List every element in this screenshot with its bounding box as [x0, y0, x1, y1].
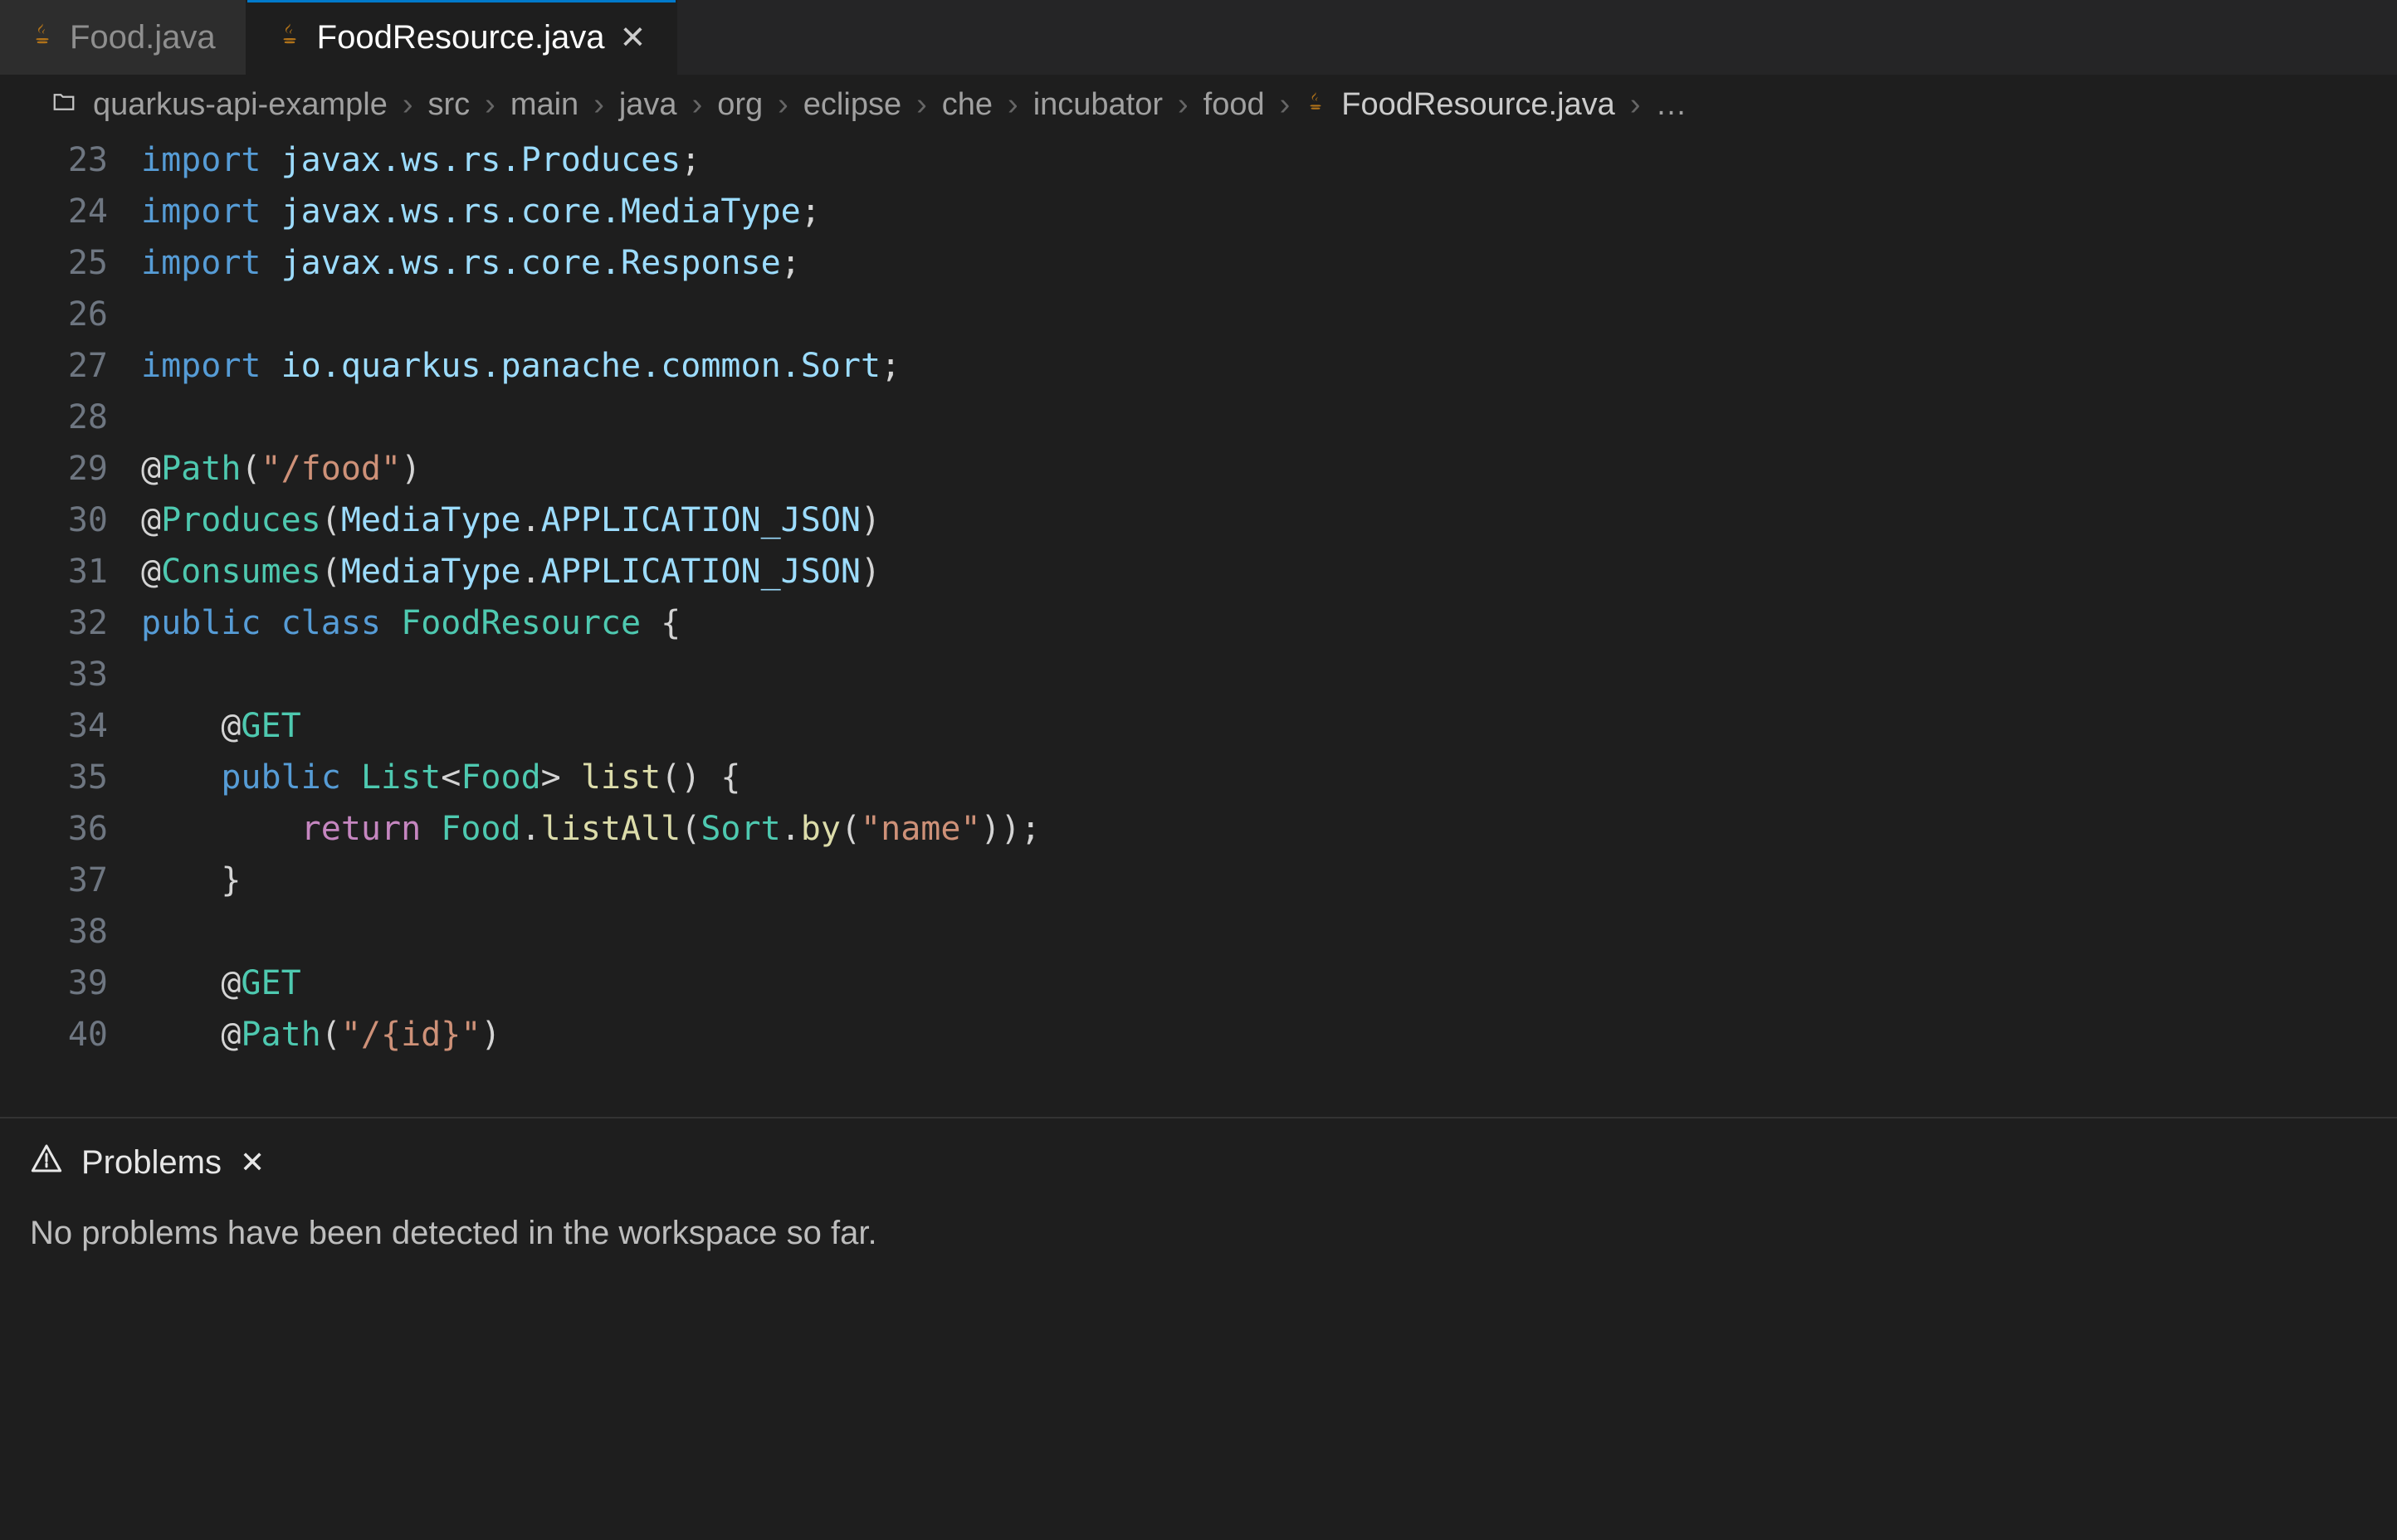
- close-icon[interactable]: ✕: [240, 1145, 265, 1180]
- line-number-gutter: 232425262728293031323334353637383940: [0, 134, 141, 1117]
- folder-icon: [50, 87, 78, 123]
- java-file-icon: [277, 18, 302, 57]
- breadcrumb: quarkus-api-example› src› main› java› or…: [0, 75, 2397, 134]
- breadcrumb-item[interactable]: che: [942, 87, 993, 123]
- breadcrumb-item[interactable]: main: [510, 87, 579, 123]
- editor-tabs: Food.java FoodResource.java ✕: [0, 0, 2397, 75]
- breadcrumb-item[interactable]: incubator: [1033, 87, 1163, 123]
- breadcrumb-item[interactable]: food: [1203, 87, 1265, 123]
- tab-food-java[interactable]: Food.java: [0, 0, 247, 75]
- breadcrumb-item[interactable]: eclipse: [803, 87, 901, 123]
- java-file-icon: [30, 18, 55, 57]
- breadcrumb-item[interactable]: org: [717, 87, 763, 123]
- java-file-icon: [1305, 88, 1326, 122]
- code-area[interactable]: import javax.ws.rs.Produces;import javax…: [141, 134, 2397, 1117]
- problems-message: No problems have been detected in the wo…: [30, 1215, 2367, 1252]
- warning-icon: [30, 1142, 63, 1183]
- chevron-right-icon: ›: [403, 87, 413, 123]
- breadcrumb-file[interactable]: FoodResource.java: [1341, 87, 1615, 123]
- problems-panel: Problems ✕ No problems have been detecte…: [0, 1117, 2397, 1540]
- code-editor[interactable]: 232425262728293031323334353637383940 imp…: [0, 134, 2397, 1117]
- tab-food-resource-java[interactable]: FoodResource.java ✕: [247, 0, 678, 75]
- breadcrumb-item[interactable]: src: [428, 87, 471, 123]
- problems-title: Problems: [81, 1144, 222, 1182]
- tab-label: FoodResource.java: [317, 19, 605, 56]
- close-icon[interactable]: ✕: [620, 19, 647, 56]
- breadcrumb-more[interactable]: …: [1655, 87, 1687, 123]
- tab-label: Food.java: [70, 19, 216, 56]
- breadcrumb-item[interactable]: java: [619, 87, 677, 123]
- breadcrumb-item[interactable]: quarkus-api-example: [93, 87, 388, 123]
